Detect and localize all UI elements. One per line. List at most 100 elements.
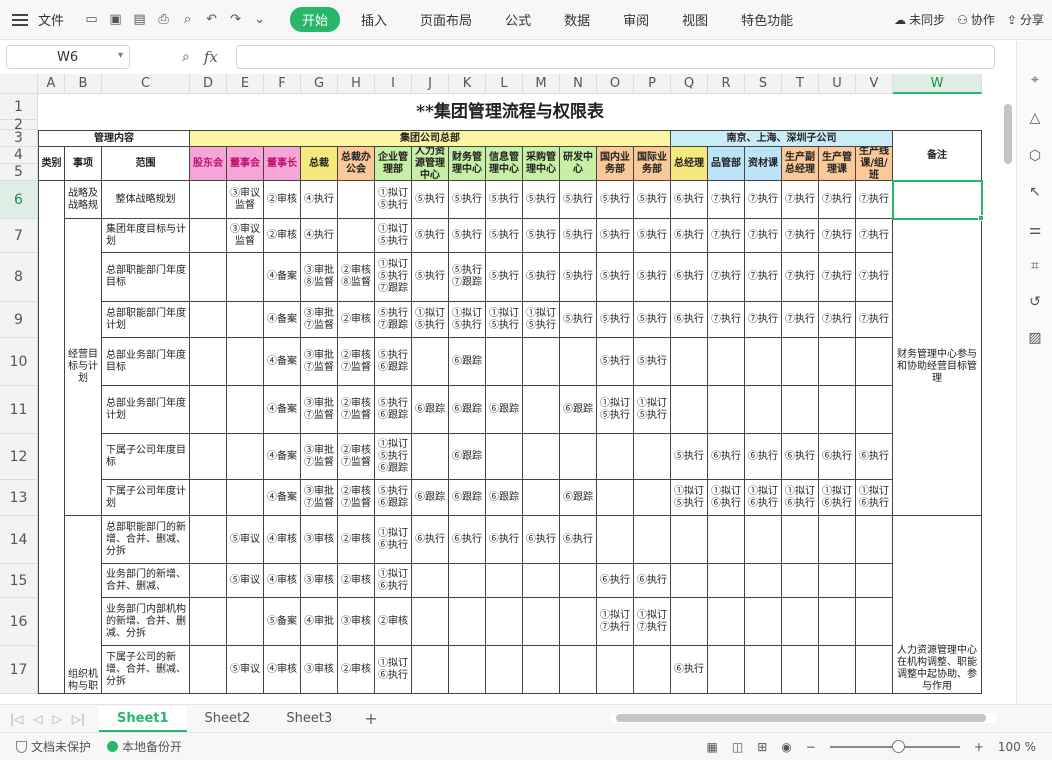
- style-icon[interactable]: △: [1026, 109, 1044, 127]
- row-header[interactable]: 17: [0, 646, 38, 694]
- column-header[interactable]: Q: [671, 74, 708, 94]
- last-sheet-icon[interactable]: ▷|: [72, 712, 85, 726]
- data-cell[interactable]: ⑤执行: [634, 253, 671, 302]
- column-header[interactable]: L: [486, 74, 523, 94]
- data-cell[interactable]: [412, 646, 449, 694]
- data-cell[interactable]: ⑤执行: [486, 253, 523, 302]
- horizontal-scrollbar[interactable]: [610, 713, 996, 723]
- data-cell[interactable]: ①拟订⑥执行: [375, 646, 412, 694]
- data-cell[interactable]: [560, 338, 597, 386]
- prev-sheet-icon[interactable]: ◁: [33, 712, 42, 726]
- data-cell[interactable]: ④执行: [301, 181, 338, 219]
- row-header[interactable]: 7: [0, 219, 38, 253]
- data-cell[interactable]: [560, 646, 597, 694]
- scope-cell[interactable]: 总部职能部门的新增、合并、删减、分拆: [102, 516, 190, 564]
- column-header[interactable]: F: [264, 74, 301, 94]
- column-header[interactable]: N: [560, 74, 597, 94]
- data-cell[interactable]: [782, 646, 819, 694]
- data-cell[interactable]: ④备案: [264, 338, 301, 386]
- data-cell[interactable]: ⑥执行: [412, 516, 449, 564]
- sync-status[interactable]: ☁ 未同步: [894, 11, 945, 28]
- dept-header[interactable]: 董事会: [227, 147, 264, 181]
- data-cell[interactable]: ④备案: [264, 253, 301, 302]
- chevron-down-icon[interactable]: ▾: [118, 50, 123, 61]
- dept-header[interactable]: 资材课: [745, 147, 782, 181]
- data-cell[interactable]: ①拟订⑦执行: [597, 598, 634, 646]
- data-cell[interactable]: [671, 338, 708, 386]
- data-cell[interactable]: ⑦执行: [819, 253, 856, 302]
- data-cell[interactable]: ①拟订⑥执行: [782, 480, 819, 516]
- data-cell[interactable]: [671, 564, 708, 598]
- scope-cell[interactable]: 业务部门内部机构的新增、合并、删减、分拆: [102, 598, 190, 646]
- dept-header[interactable]: 生产管理课: [819, 147, 856, 181]
- data-cell[interactable]: [597, 434, 634, 480]
- column-header[interactable]: P: [634, 74, 671, 94]
- data-cell[interactable]: ③审议监督: [227, 219, 264, 253]
- column-header[interactable]: R: [708, 74, 745, 94]
- data-cell[interactable]: ②审核⑦监督: [338, 434, 375, 480]
- item-operations[interactable]: 经营目标与计划: [65, 219, 102, 516]
- data-cell[interactable]: ①拟订⑤执行: [634, 386, 671, 434]
- row-header[interactable]: 6: [0, 181, 38, 219]
- column-header[interactable]: H: [338, 74, 375, 94]
- scope-cell[interactable]: 集团年度目标与计划: [102, 219, 190, 253]
- zoom-slider[interactable]: [829, 739, 960, 753]
- data-cell[interactable]: ③审议监督: [227, 181, 264, 219]
- column-header[interactable]: T: [782, 74, 819, 94]
- remark-organization[interactable]: 人力资源管理中心在机构调整、职能调整中起协助、参与作用: [893, 516, 982, 694]
- data-cell[interactable]: [523, 338, 560, 386]
- data-cell[interactable]: [190, 480, 227, 516]
- header-remark[interactable]: 备注: [893, 130, 982, 181]
- dept-header[interactable]: 品管部: [708, 147, 745, 181]
- zoom-knob[interactable]: [891, 739, 905, 753]
- data-cell[interactable]: [782, 598, 819, 646]
- header-item[interactable]: 事项: [65, 147, 102, 181]
- data-cell[interactable]: ⑦执行: [819, 302, 856, 338]
- tab-3[interactable]: 公式: [493, 7, 543, 32]
- scope-cell[interactable]: 下属子公司年度目标: [102, 434, 190, 480]
- data-cell[interactable]: ④执行: [301, 219, 338, 253]
- column-header[interactable]: M: [523, 74, 560, 94]
- data-cell[interactable]: [745, 386, 782, 434]
- data-cell[interactable]: [412, 338, 449, 386]
- data-cell[interactable]: ①拟订⑤执行: [412, 302, 449, 338]
- sheet-tab-2[interactable]: Sheet2: [187, 706, 269, 732]
- data-cell[interactable]: ⑦执行: [745, 253, 782, 302]
- data-cell[interactable]: [227, 386, 264, 434]
- zoom-out-icon[interactable]: −: [806, 740, 816, 754]
- data-cell[interactable]: [745, 338, 782, 386]
- data-cell[interactable]: ⑦执行: [745, 302, 782, 338]
- data-cell[interactable]: ⑦执行: [782, 302, 819, 338]
- data-cell[interactable]: ⑥执行: [523, 516, 560, 564]
- data-cell[interactable]: [190, 386, 227, 434]
- data-cell[interactable]: ⑤备案: [264, 598, 301, 646]
- data-cell[interactable]: [856, 564, 893, 598]
- print-icon[interactable]: ⎙: [156, 12, 171, 27]
- dept-header[interactable]: 董事长: [264, 147, 301, 181]
- dept-header[interactable]: 总经理: [671, 147, 708, 181]
- data-cell[interactable]: ③审批⑦监督: [301, 386, 338, 434]
- data-cell[interactable]: [560, 434, 597, 480]
- add-sheet-icon[interactable]: +: [364, 709, 377, 728]
- data-cell[interactable]: [190, 181, 227, 219]
- scope-cell[interactable]: 下属子公司的新增、合并、删减、分拆: [102, 646, 190, 694]
- data-cell[interactable]: [634, 480, 671, 516]
- data-cell[interactable]: [486, 564, 523, 598]
- scope-cell[interactable]: 下属子公司年度计划: [102, 480, 190, 516]
- select-all-corner[interactable]: [0, 74, 38, 94]
- collab-button[interactable]: ⚇ 协作: [957, 11, 995, 28]
- tab-2[interactable]: 页面布局: [408, 7, 484, 32]
- data-cell[interactable]: ⑤执行: [560, 181, 597, 219]
- data-cell[interactable]: [227, 480, 264, 516]
- row-header[interactable]: 8: [0, 253, 38, 302]
- data-cell[interactable]: ⑥执行: [671, 219, 708, 253]
- data-cell[interactable]: ②审核⑦监督: [338, 480, 375, 516]
- data-cell[interactable]: ⑦执行: [745, 219, 782, 253]
- data-cell[interactable]: ③审批⑦监督: [301, 434, 338, 480]
- scope-cell[interactable]: 总部业务部门年度计划: [102, 386, 190, 434]
- scope-cell[interactable]: 总部职能部门年度目标: [102, 253, 190, 302]
- row-header[interactable]: 11: [0, 386, 38, 434]
- data-cell[interactable]: [782, 386, 819, 434]
- row-header[interactable]: 5: [0, 164, 38, 181]
- vertical-scrollbar[interactable]: [1000, 74, 1016, 704]
